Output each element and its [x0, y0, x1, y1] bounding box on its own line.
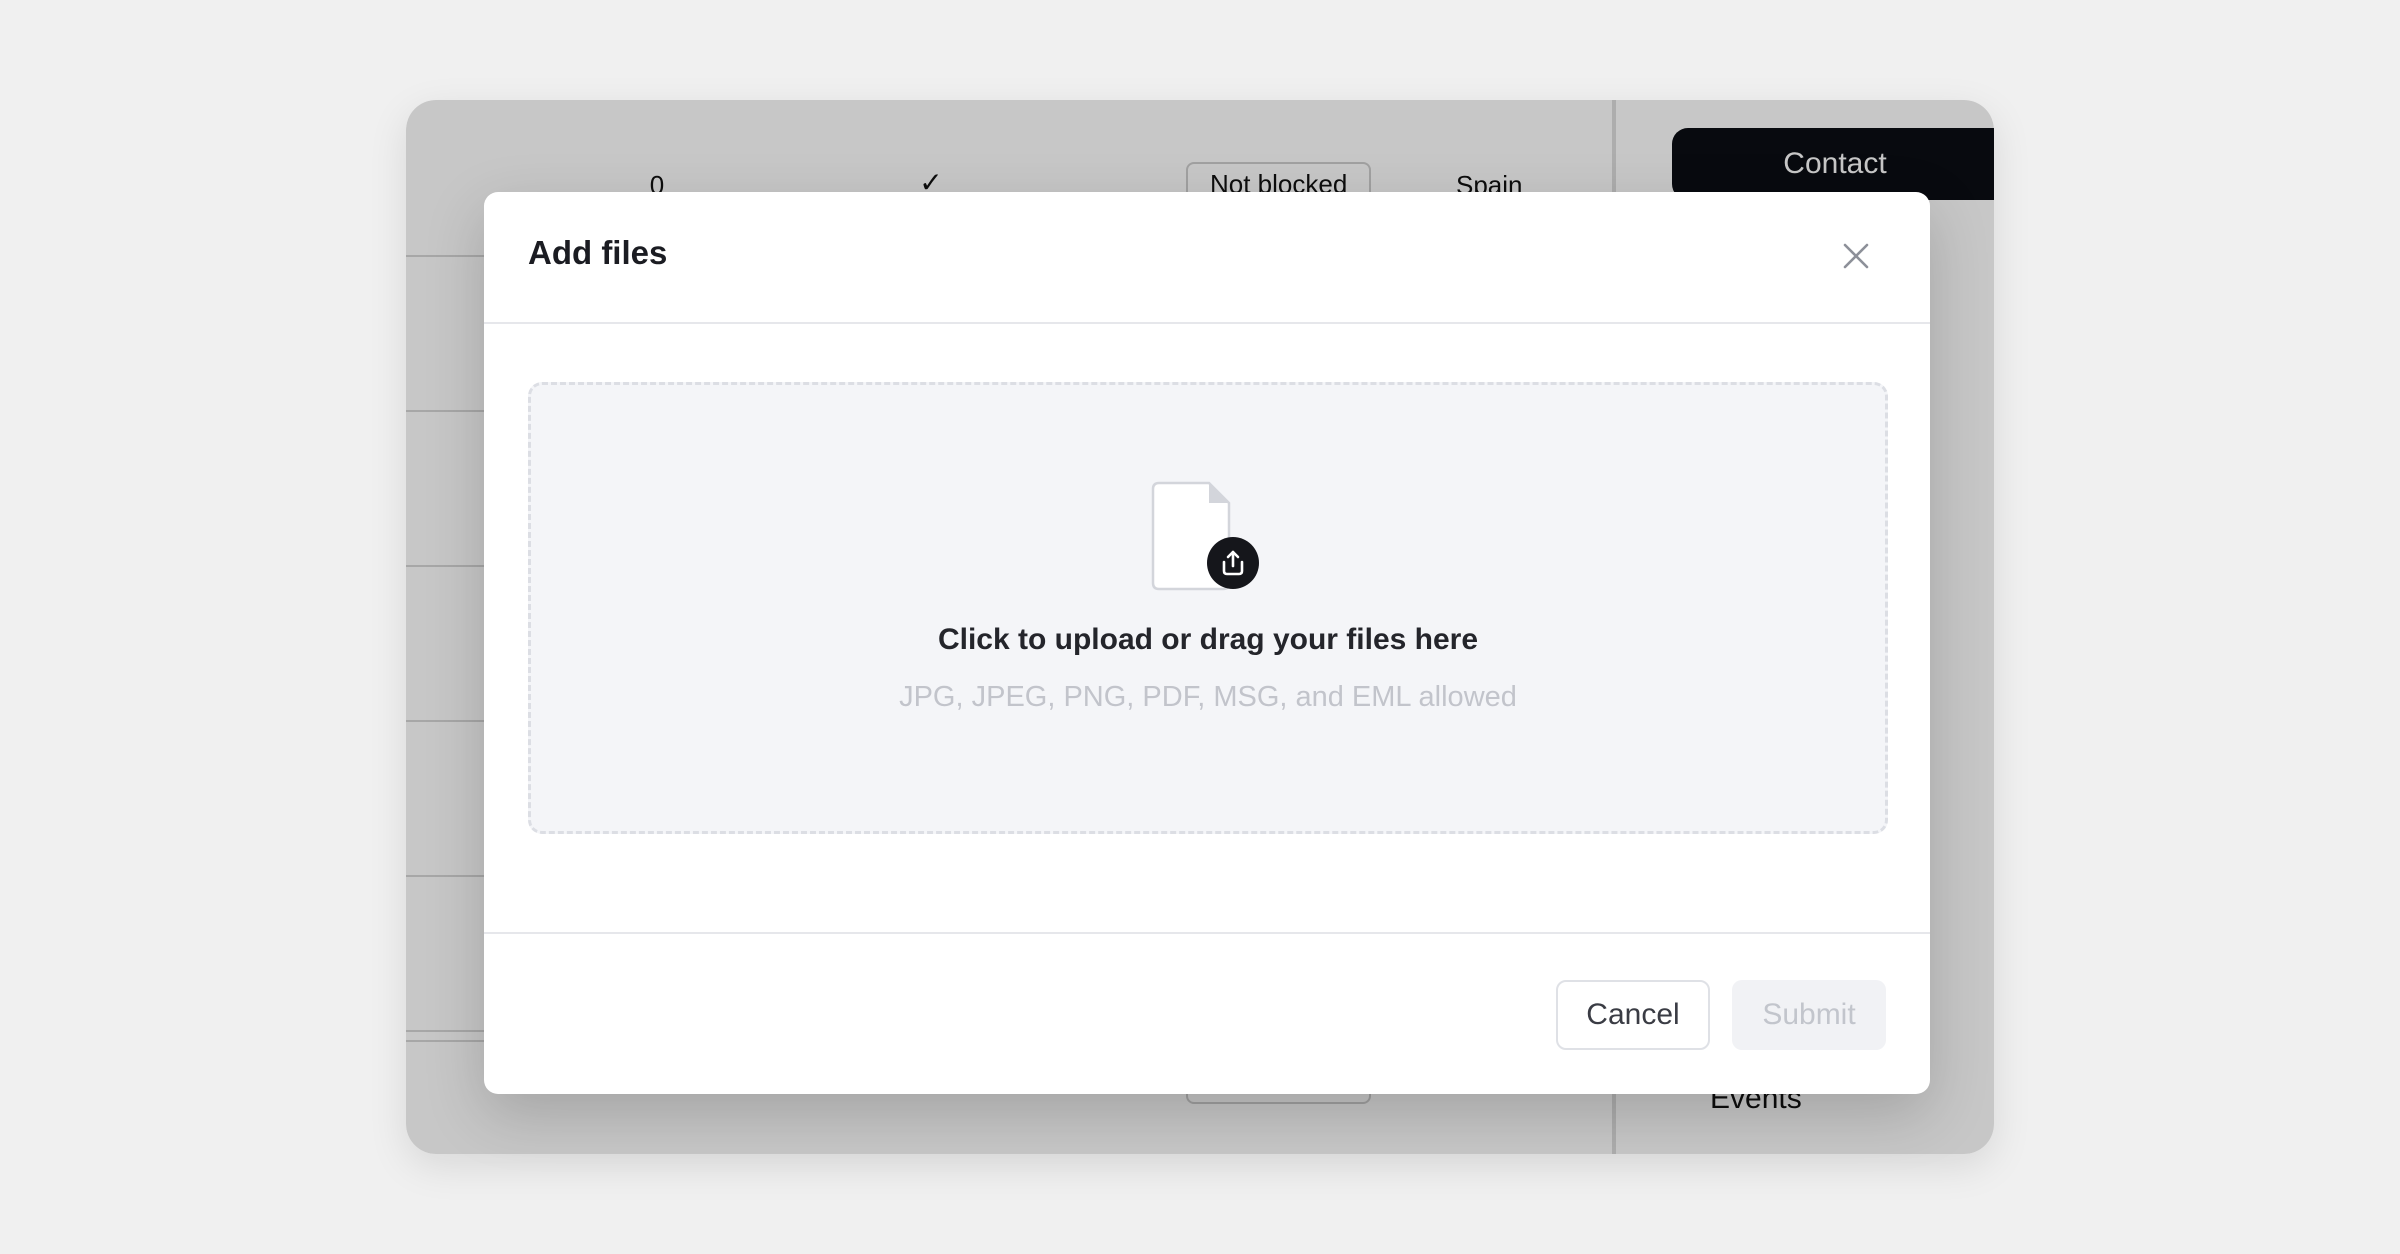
close-icon[interactable] [1836, 236, 1876, 276]
dropzone-title: Click to upload or drag your files here [937, 623, 1479, 656]
dialog-title: Add files [528, 234, 668, 271]
cancel-button[interactable]: Cancel [1556, 980, 1710, 1050]
file-dropzone[interactable]: Click to upload or drag your files here … [528, 382, 1888, 834]
upload-icon [1207, 537, 1259, 589]
dialog-header: Add files [484, 192, 1930, 324]
dialog-footer: Cancel Submit [484, 932, 1930, 1094]
dropzone-allowed-types: JPG, JPEG, PNG, PDF, MSG, and EML allowe… [899, 681, 1517, 713]
add-files-dialog: Add files Click to upload or drag your f… [484, 192, 1930, 1094]
submit-button[interactable]: Submit [1732, 980, 1886, 1050]
